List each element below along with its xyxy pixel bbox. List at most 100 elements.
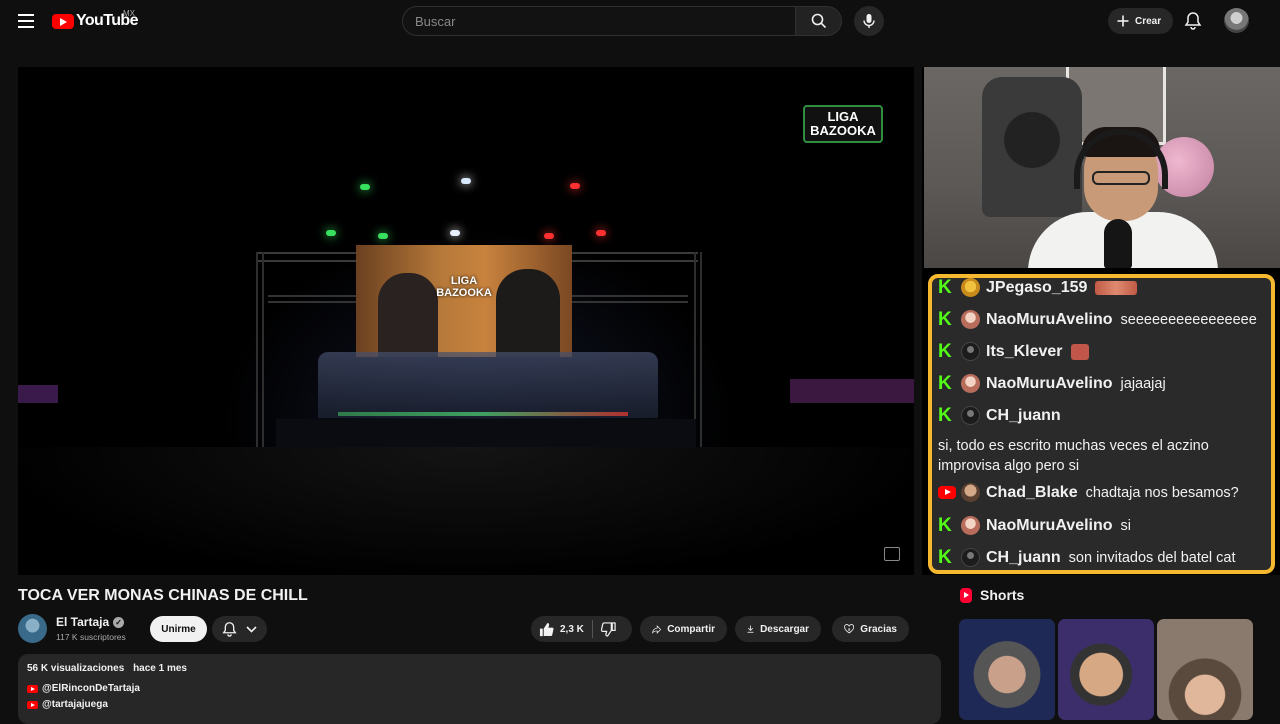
share-button[interactable]: Compartir <box>640 616 727 642</box>
download-button[interactable]: Descargar <box>735 616 821 642</box>
search-button[interactable] <box>796 6 842 36</box>
kick-icon: K <box>938 404 952 426</box>
screen-person-right <box>496 269 560 357</box>
thumbs-down-icon <box>600 621 616 637</box>
share-label: Compartir <box>667 623 715 635</box>
chat-username: CH_juann <box>986 548 1061 566</box>
join-button[interactable]: Unirme <box>150 616 207 642</box>
streamer-glasses <box>1092 171 1150 185</box>
link-text[interactable]: @ElRinconDeTartaja <box>42 683 140 694</box>
user-avatar <box>961 406 980 425</box>
link-text[interactable]: @tartajajuega <box>42 699 108 710</box>
thanks-button[interactable]: $ Gracias <box>832 616 909 642</box>
description-link[interactable]: @ElRinconDeTartaja <box>27 683 932 694</box>
youtube-logo-icon <box>52 13 74 29</box>
stage-light <box>378 233 388 239</box>
account-avatar[interactable] <box>1224 8 1249 33</box>
stage-light <box>326 230 336 236</box>
short-thumbnail[interactable] <box>1157 619 1253 720</box>
like-divider <box>591 620 593 638</box>
stage-crowd <box>318 352 658 418</box>
user-avatar <box>961 483 980 502</box>
create-button[interactable]: Crear <box>1108 8 1174 34</box>
chat-text: son invitados del batel cat <box>1068 549 1236 566</box>
audience <box>18 447 914 575</box>
dislike-button[interactable] <box>600 621 616 637</box>
thanks-label: Gracias <box>860 623 897 635</box>
short-thumbnail[interactable] <box>959 619 1055 720</box>
like-dislike-group: 2,3 K <box>531 616 632 642</box>
description-link[interactable]: @tartajajuega <box>27 699 932 710</box>
user-avatar <box>961 548 980 567</box>
search-icon <box>811 13 826 29</box>
chat-username: CH_juann <box>986 406 1061 424</box>
user-avatar <box>961 310 980 329</box>
emote-icon <box>1070 343 1089 360</box>
webcam-jacket <box>982 77 1082 217</box>
liga-bazooka-watermark: LIGA BAZOOKA <box>803 105 883 167</box>
chat-message: K NaoMuruAvelino jajaajaj <box>938 374 1166 393</box>
voice-search-button[interactable] <box>854 6 884 36</box>
chat-username: Chad_Blake <box>986 483 1078 501</box>
screen-logo: LIGA BAZOOKA <box>436 275 492 299</box>
chat-text: seeeeeeeeeeeeeeee <box>1120 311 1257 328</box>
shorts-heading: Shorts <box>980 587 1025 603</box>
channel-name[interactable]: El Tartaja <box>56 615 109 629</box>
video-title: TOCA VER MONAS CHINAS DE CHILL <box>18 587 308 604</box>
menu-icon[interactable] <box>18 14 34 28</box>
svg-text:$: $ <box>848 627 851 632</box>
kick-icon: K <box>938 308 952 330</box>
channel-avatar[interactable] <box>18 614 47 643</box>
verified-icon: ✓ <box>113 616 125 628</box>
user-avatar <box>961 516 980 535</box>
kick-icon: K <box>938 340 952 362</box>
kick-icon: K <box>938 276 952 298</box>
subscription-bell-button[interactable] <box>212 616 267 642</box>
description-meta: 56 K visualizaciones hace 1 mes <box>27 663 932 674</box>
plus-icon <box>1117 15 1129 27</box>
like-button[interactable]: 2,3 K <box>539 622 584 637</box>
channel-name-row[interactable]: El Tartaja ✓ <box>56 615 125 629</box>
chat-message: K NaoMuruAvelino seeeeeeeeeeeeeeee <box>938 310 1257 329</box>
chat-username: NaoMuruAvelino <box>986 310 1113 328</box>
chat-text: si, todo es escrito muchas veces el aczi… <box>938 438 1209 474</box>
chat-text: chadtaja nos besamos? <box>1085 484 1239 501</box>
country-code: MX <box>123 9 135 18</box>
share-icon <box>652 624 662 634</box>
chat-username: JPegaso_159 <box>986 278 1088 296</box>
chat-text: si <box>1120 517 1132 534</box>
chat-message: K JPegaso_159 <box>938 276 1138 298</box>
chat-message: K Its_Klever <box>938 342 1089 361</box>
thumbs-up-icon <box>539 622 554 636</box>
notifications-button[interactable] <box>1184 11 1202 35</box>
search-input[interactable] <box>402 6 796 36</box>
stage-light <box>461 178 471 184</box>
chat-username: NaoMuruAvelino <box>986 374 1113 392</box>
stage-light <box>570 183 580 189</box>
stage-screen: LIGA BAZOOKA <box>356 245 572 357</box>
video-player[interactable]: LIGA BAZOOKA LIGA BAZOOKA <box>18 67 914 575</box>
like-count: 2,3 K <box>560 623 584 635</box>
chat-overlay: K JPegaso_159 K NaoMuruAvelino seeeeeeee… <box>928 274 1275 574</box>
short-thumbnail[interactable] <box>1058 619 1154 720</box>
stage-side-light-right <box>790 379 914 403</box>
kick-icon: K <box>938 372 952 394</box>
description-box[interactable]: 56 K visualizaciones hace 1 mes @ElRinco… <box>18 654 941 724</box>
chevron-down-icon <box>246 625 257 633</box>
stage-light <box>544 233 554 239</box>
chat-username: Its_Klever <box>986 342 1063 360</box>
chat-message: Chad_Blake chadtaja nos besamos? <box>938 483 1239 502</box>
user-avatar <box>961 374 980 393</box>
youtube-icon <box>27 700 38 709</box>
chat-message: K NaoMuruAvelino si <box>938 516 1131 535</box>
user-avatar <box>961 342 980 361</box>
kick-icon: K <box>938 514 952 536</box>
view-count: 56 K visualizaciones <box>27 663 125 674</box>
chat-username: NaoMuruAvelino <box>986 516 1113 534</box>
bell-icon <box>222 622 237 637</box>
stage-light <box>360 184 370 190</box>
streamer-microphone <box>1104 219 1132 268</box>
stage-front <box>276 419 696 449</box>
corner-watermark <box>884 547 900 561</box>
stage-light <box>450 230 460 236</box>
